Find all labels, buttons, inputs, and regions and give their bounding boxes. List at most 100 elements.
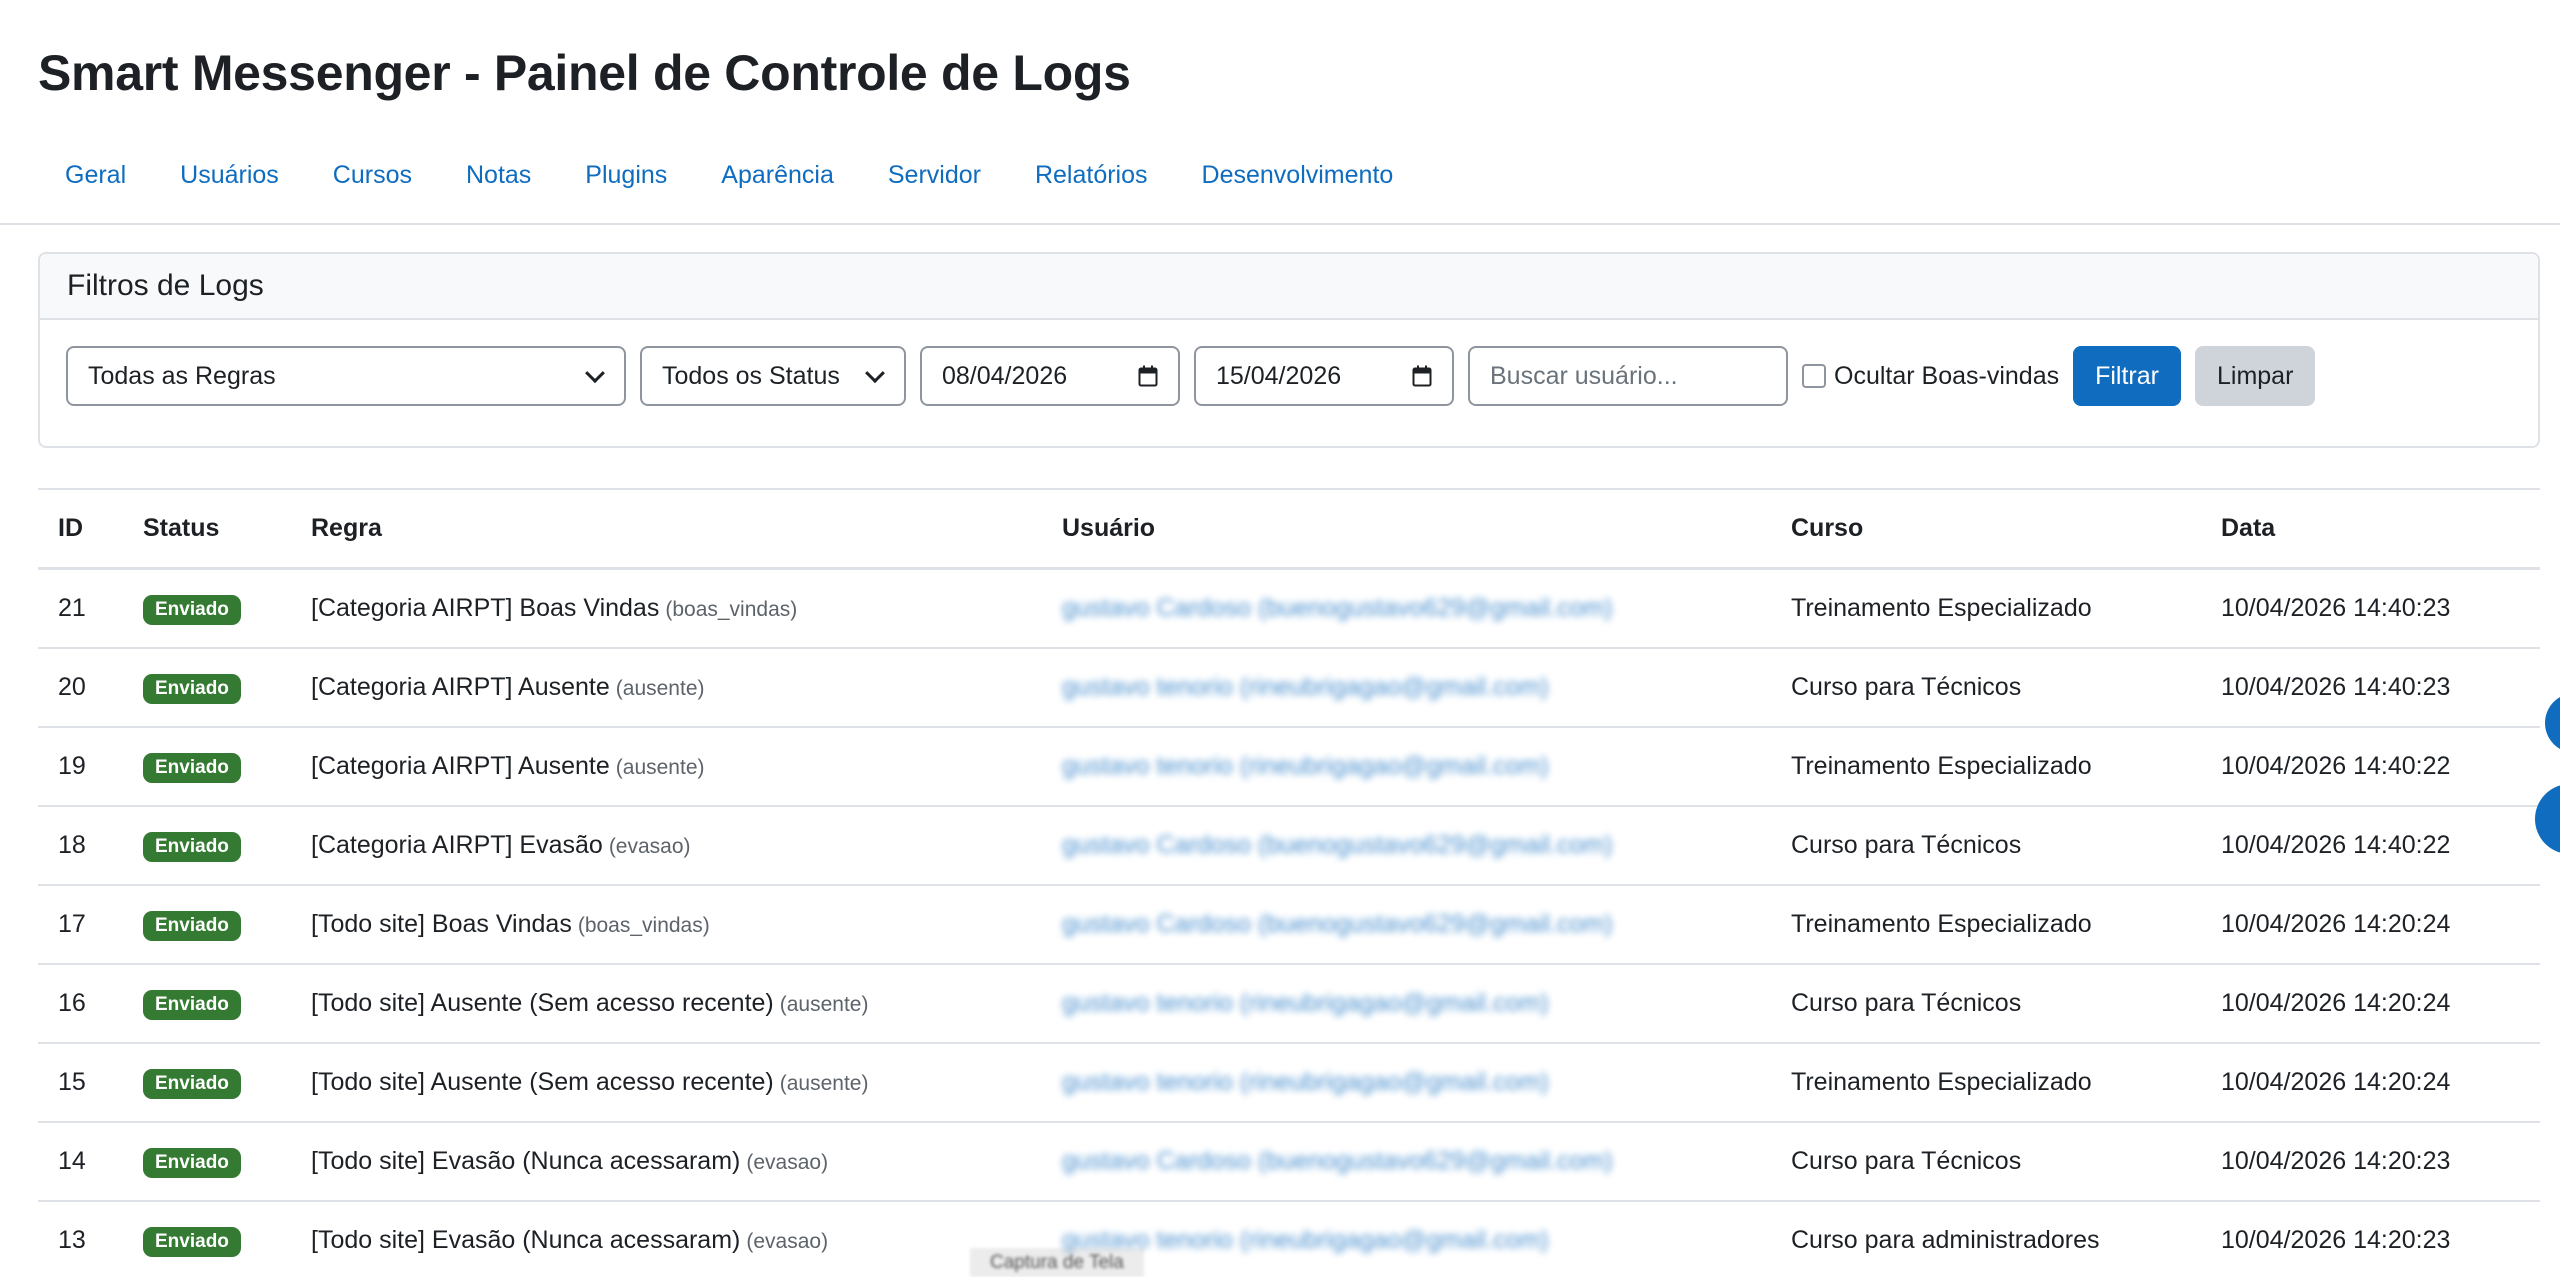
header-id[interactable]: ID xyxy=(58,514,83,543)
status-badge: Enviado xyxy=(143,989,241,1020)
date-from-input[interactable]: 08/04/2026 xyxy=(920,346,1180,406)
row-usuario[interactable]: gustavo Cardoso (buenogustavo629@gmail.c… xyxy=(1062,831,1613,860)
row-id: 20 xyxy=(58,673,86,701)
date-from-value: 08/04/2026 xyxy=(942,361,1068,390)
hide-welcome-toggle[interactable]: Ocultar Boas-vindas xyxy=(1802,362,2059,391)
row-usuario[interactable]: gustavo tenorio (rineubrigagao@gmail.com… xyxy=(1062,989,1549,1018)
header-curso[interactable]: Curso xyxy=(1791,514,1863,543)
user-link[interactable]: gustavo Cardoso (buenogustavo629@gmail.c… xyxy=(1062,831,1613,859)
row-id: 15 xyxy=(58,1068,86,1096)
row-usuario[interactable]: gustavo tenorio (rineubrigagao@gmail.com… xyxy=(1062,673,1549,702)
row-regra: [Todo site] Boas Vindas (boas_vindas) xyxy=(311,910,710,939)
nav-item-notas[interactable]: Notas xyxy=(439,150,558,200)
filter-button[interactable]: Filtrar xyxy=(2073,346,2181,406)
row-curso: Curso para administradores xyxy=(1791,1226,2100,1254)
status-badge: Enviado xyxy=(143,673,241,704)
capture-label: Captura de Tela xyxy=(970,1248,1144,1277)
rule-code: (ausente) xyxy=(615,756,705,779)
row-usuario[interactable]: gustavo Cardoso (buenogustavo629@gmail.c… xyxy=(1062,594,1613,623)
status-select[interactable]: Todos os Status xyxy=(640,346,906,406)
hide-welcome-checkbox[interactable] xyxy=(1802,364,1826,388)
table-header: ID Status Regra Usuário Curso Data xyxy=(38,490,2540,570)
nav-item-desenvolvimento[interactable]: Desenvolvimento xyxy=(1175,150,1421,200)
row-regra: [Categoria AIRPT] Ausente (ausente) xyxy=(311,752,705,781)
settings-nav: Geral Usuários Cursos Notas Plugins Apar… xyxy=(38,150,1420,200)
user-link[interactable]: gustavo Cardoso (buenogustavo629@gmail.c… xyxy=(1062,910,1613,938)
page-title: Smart Messenger - Painel de Controle de … xyxy=(38,45,1131,101)
row-data: 10/04/2026 14:20:24 xyxy=(2221,910,2451,938)
rule-name: [Todo site] Evasão (Nunca acessaram) xyxy=(311,1147,741,1175)
table-row: 16 Enviado [Todo site] Ausente (Sem acesso… xyxy=(38,965,2540,1044)
filter-card-title: Filtros de Logs xyxy=(67,269,264,302)
header-usuario[interactable]: Usuário xyxy=(1062,514,1155,543)
clear-button[interactable]: Limpar xyxy=(2195,346,2316,406)
nav-item-aparencia[interactable]: Aparência xyxy=(694,150,861,200)
row-status: Enviado xyxy=(143,672,241,704)
row-curso: Treinamento Especializado xyxy=(1791,1068,2092,1096)
row-curso: Curso para Técnicos xyxy=(1791,831,2022,859)
status-badge: Enviado xyxy=(143,1068,241,1099)
status-select-value: Todos os Status xyxy=(662,361,840,390)
row-usuario[interactable]: gustavo tenorio (rineubrigagao@gmail.com… xyxy=(1062,752,1549,781)
table-row: 15 Enviado [Todo site] Ausente (Sem acesso… xyxy=(38,1044,2540,1123)
floating-action-circle[interactable] xyxy=(2545,693,2560,753)
calendar-icon[interactable] xyxy=(1138,365,1158,387)
row-id: 21 xyxy=(58,594,86,622)
date-to-value: 15/04/2026 xyxy=(1216,361,1342,390)
nav-item-cursos[interactable]: Cursos xyxy=(306,150,439,200)
user-search-input[interactable]: Buscar usuário... xyxy=(1468,346,1788,406)
nav-item-servidor[interactable]: Servidor xyxy=(861,150,1008,200)
table-row: 18 Enviado [Categoria AIRPT] Evasão (evasao… xyxy=(38,807,2540,886)
status-badge: Enviado xyxy=(143,1226,241,1257)
row-data: 10/04/2026 14:20:23 xyxy=(2221,1147,2451,1175)
row-curso: Curso para Técnicos xyxy=(1791,1147,2022,1175)
nav-item-relatorios[interactable]: Relatórios xyxy=(1008,150,1175,200)
nav-item-usuarios[interactable]: Usuários xyxy=(153,150,306,200)
user-link[interactable]: gustavo Cardoso (buenogustavo629@gmail.c… xyxy=(1062,594,1613,622)
row-id: 19 xyxy=(58,752,86,780)
user-link[interactable]: gustavo tenorio (rineubrigagao@gmail.com… xyxy=(1062,1068,1549,1096)
rule-select-value: Todas as Regras xyxy=(88,361,276,390)
user-link[interactable]: gustavo Cardoso (buenogustavo629@gmail.c… xyxy=(1062,1147,1613,1175)
table-row: 17 Enviado [Todo site] Boas Vindas (boas_vi… xyxy=(38,886,2540,965)
rule-name: [Todo site] Evasão (Nunca acessaram) xyxy=(311,1226,741,1254)
row-data: 10/04/2026 14:40:22 xyxy=(2221,752,2451,780)
table-row: 19 Enviado [Categoria AIRPT] Ausente (ausen… xyxy=(38,728,2540,807)
row-status: Enviado xyxy=(143,751,241,783)
date-to-input[interactable]: 15/04/2026 xyxy=(1194,346,1454,406)
row-usuario[interactable]: gustavo Cardoso (buenogustavo629@gmail.c… xyxy=(1062,1147,1613,1176)
row-regra: [Categoria AIRPT] Boas Vindas (boas_vinda… xyxy=(311,594,797,623)
filter-card: Filtros de Logs Todas as Regras Todos os… xyxy=(38,252,2540,448)
calendar-icon[interactable] xyxy=(1412,365,1432,387)
row-id: 13 xyxy=(58,1226,86,1254)
header-regra[interactable]: Regra xyxy=(311,514,382,543)
row-data: 10/04/2026 14:40:22 xyxy=(2221,831,2451,859)
row-status: Enviado xyxy=(143,593,241,625)
row-curso: Treinamento Especializado xyxy=(1791,752,2092,780)
row-status: Enviado xyxy=(143,1225,241,1257)
status-badge: Enviado xyxy=(143,910,241,941)
user-link[interactable]: gustavo tenorio (rineubrigagao@gmail.com… xyxy=(1062,673,1549,701)
rule-code: (ausente) xyxy=(779,993,869,1016)
status-badge: Enviado xyxy=(143,594,241,625)
user-link[interactable]: gustavo tenorio (rineubrigagao@gmail.com… xyxy=(1062,752,1549,780)
page: Smart Messenger - Painel de Controle de … xyxy=(0,0,2560,1277)
user-link[interactable]: gustavo tenorio (rineubrigagao@gmail.com… xyxy=(1062,989,1549,1017)
nav-item-geral[interactable]: Geral xyxy=(38,150,153,200)
header-data[interactable]: Data xyxy=(2221,514,2275,543)
row-usuario[interactable]: gustavo Cardoso (buenogustavo629@gmail.c… xyxy=(1062,910,1613,939)
header-status[interactable]: Status xyxy=(143,514,219,543)
row-id: 17 xyxy=(58,910,86,938)
nav-item-plugins[interactable]: Plugins xyxy=(558,150,694,200)
row-usuario[interactable]: gustavo tenorio (rineubrigagao@gmail.com… xyxy=(1062,1068,1549,1097)
rule-select[interactable]: Todas as Regras xyxy=(66,346,626,406)
row-data: 10/04/2026 14:40:23 xyxy=(2221,594,2451,622)
status-badge: Enviado xyxy=(143,831,241,862)
filter-card-header: Filtros de Logs xyxy=(40,254,2538,320)
rule-code: (evasao) xyxy=(608,835,691,858)
status-badge: Enviado xyxy=(143,1147,241,1178)
rule-name: [Todo site] Ausente (Sem acesso recente) xyxy=(311,989,774,1017)
rule-name: [Categoria AIRPT] Ausente xyxy=(311,752,610,780)
row-status: Enviado xyxy=(143,1067,241,1099)
rule-name: [Categoria AIRPT] Ausente xyxy=(311,673,610,701)
